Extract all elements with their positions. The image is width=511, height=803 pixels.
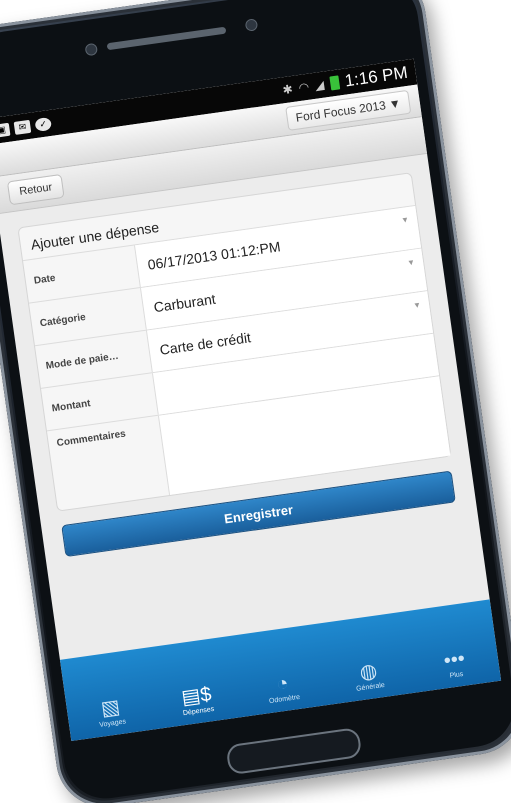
chevron-down-icon: ▼ (412, 300, 422, 311)
front-camera (84, 42, 99, 57)
wifi-icon: ◠ (297, 79, 311, 95)
battery-icon (329, 75, 340, 91)
mail-icon: ✉ (13, 119, 32, 135)
tab-label: Plus (449, 670, 464, 680)
date-value: 06/17/2013 01:12:PM (146, 238, 282, 273)
speedometer-icon: ◔ (274, 672, 290, 696)
form-content: Ajouter une dépense Date 06/17/2013 01:1… (0, 154, 476, 560)
payment-value: Carte de crédit (158, 329, 252, 358)
proximity-sensor (244, 18, 259, 32)
signal-icon: ◢ (313, 77, 326, 93)
phone-frame: ▣ ✉ ✓ ✱ ◠ ◢ 1:16 PM Ford Focus 2013 ▼ Re… (0, 0, 511, 803)
back-button[interactable]: Retour (6, 173, 65, 206)
globe-icon: ◍ (358, 659, 379, 685)
tab-plus[interactable]: ••• Plus (418, 643, 492, 683)
map-icon: ▧ (99, 696, 122, 721)
tab-generale[interactable]: ◍ Générale (332, 655, 406, 695)
tab-voyages[interactable]: ▧ Voyages (74, 692, 148, 732)
phone-screen: ▣ ✉ ✓ ✱ ◠ ◢ 1:16 PM Ford Focus 2013 ▼ Re… (0, 58, 502, 742)
earpiece-speaker (106, 26, 227, 51)
stage: ▣ ✉ ✓ ✱ ◠ ◢ 1:16 PM Ford Focus 2013 ▼ Re… (0, 0, 511, 803)
check-icon: ✓ (34, 116, 53, 132)
bluetooth-icon: ✱ (281, 81, 294, 98)
chevron-down-icon: ▼ (406, 257, 416, 268)
more-icon: ••• (442, 647, 467, 673)
expense-form: Ajouter une dépense Date 06/17/2013 01:1… (17, 172, 452, 512)
category-value: Carburant (152, 290, 217, 316)
comments-label: Commentaires (56, 428, 127, 450)
chevron-down-icon: ▼ (400, 215, 410, 226)
image-icon: ▣ (0, 122, 11, 138)
tab-odometre[interactable]: ◔ Odomètre (246, 667, 320, 707)
tab-depenses[interactable]: ▤$ Dépenses (160, 679, 234, 719)
bottom-tab-bar: ▧ Voyages ▤$ Dépenses ◔ Odomètre ◍ Génér… (59, 599, 502, 742)
tab-label: Odomètre (268, 693, 301, 706)
home-button[interactable] (225, 726, 363, 776)
